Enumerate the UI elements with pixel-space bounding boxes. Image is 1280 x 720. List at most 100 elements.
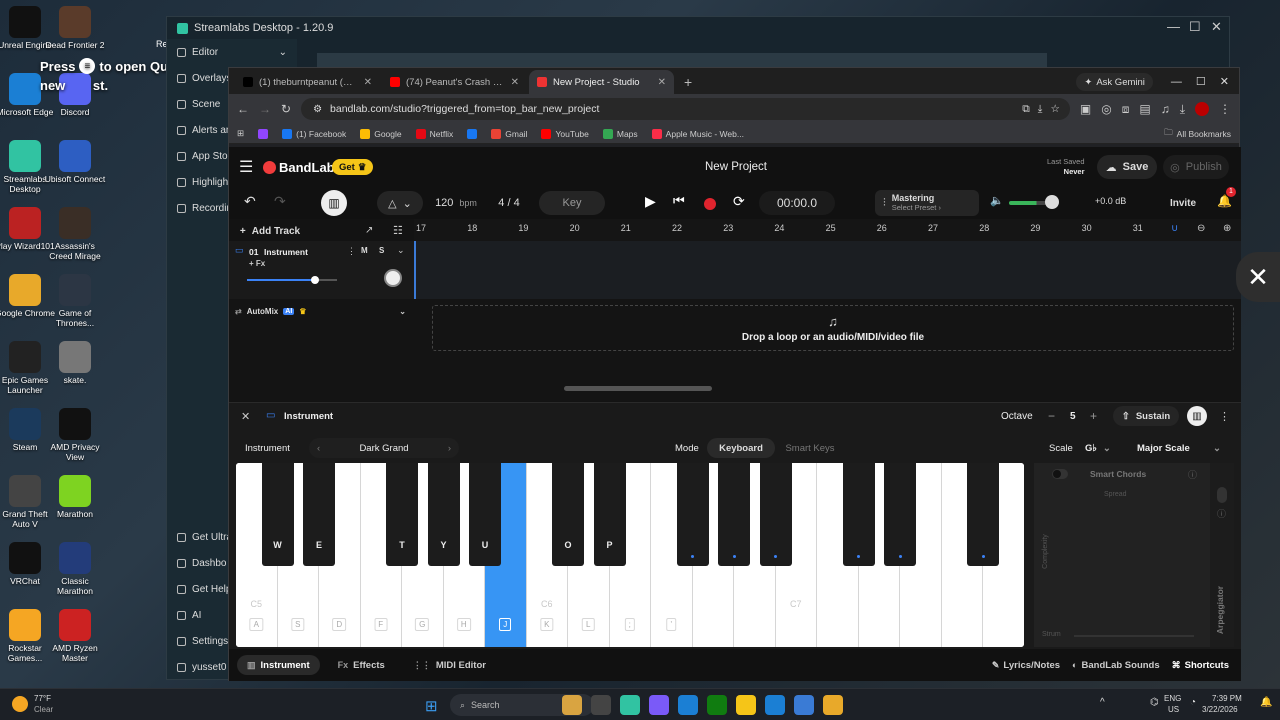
taskbar-app-icon[interactable]: [562, 695, 582, 715]
streamlabs-nav-item[interactable]: Editor ⌄: [167, 39, 297, 65]
tab-close-icon[interactable]: ✕: [658, 77, 666, 88]
bookmark-item[interactable]: [258, 128, 269, 139]
pan-knob[interactable]: [384, 269, 402, 287]
bottom-tab[interactable]: ⋮⋮ MIDI Editor: [403, 655, 496, 675]
browser-tab[interactable]: (1) theburntpeanut (@theburn ✕: [235, 70, 380, 94]
black-key[interactable]: P: [593, 463, 626, 566]
key-button[interactable]: Key: [539, 191, 605, 215]
black-key[interactable]: W: [261, 463, 294, 566]
reload-icon[interactable]: ↻: [281, 102, 291, 116]
project-title[interactable]: New Project: [705, 161, 767, 173]
mastering-button[interactable]: ⫶ Mastering Select Preset ›: [875, 190, 979, 216]
clock-time[interactable]: 7:39 PM: [1212, 694, 1242, 703]
notifications-icon[interactable]: 🔔: [1260, 697, 1272, 708]
record-icon[interactable]: [704, 198, 716, 210]
track-volume-knob[interactable]: [310, 276, 319, 284]
maximize-icon[interactable]: ☐: [1189, 19, 1201, 35]
panel-close-icon[interactable]: ✕: [241, 410, 250, 423]
track-fx[interactable]: + Fx: [249, 259, 265, 268]
instrument-selector[interactable]: ‹ Dark Grand ›: [309, 438, 459, 458]
black-key[interactable]: [676, 463, 709, 566]
bottom-action[interactable]: ✎ Lyrics/Notes: [992, 660, 1060, 671]
lang-1[interactable]: ENG: [1164, 694, 1181, 703]
sustain-button[interactable]: ⇧ Sustain: [1113, 406, 1179, 426]
next-instrument-icon[interactable]: ›: [448, 443, 451, 454]
all-bookmarks[interactable]: 🗀 All Bookmarks: [1164, 127, 1231, 141]
tray-chevron-icon[interactable]: ^: [1100, 697, 1105, 708]
cast-icon[interactable]: ⧉: [1022, 103, 1030, 116]
get-membership-button[interactable]: Get ♛: [332, 159, 374, 175]
black-key[interactable]: [884, 463, 916, 566]
mode-smart-keys-tab[interactable]: Smart Keys: [777, 438, 843, 458]
tab-close-icon[interactable]: ✕: [364, 77, 372, 88]
profile-avatar[interactable]: [1195, 102, 1209, 116]
bookmark-item[interactable]: Google: [360, 128, 402, 139]
lang-2[interactable]: US: [1168, 705, 1179, 714]
extensions-icon[interactable]: ⧈: [1122, 102, 1130, 117]
bottom-action[interactable]: ◐ BandLab Sounds: [1072, 660, 1160, 671]
side-panel-icon[interactable]: ▤: [1139, 102, 1150, 116]
automation-icon[interactable]: ↗: [365, 225, 373, 236]
gemini-button[interactable]: ✦ Ask Gemini: [1076, 73, 1153, 91]
black-key[interactable]: [718, 463, 750, 566]
desktop-icon[interactable]: AMD Privacy View: [44, 408, 106, 462]
publish-button[interactable]: ◎ Publish: [1163, 155, 1229, 179]
snap-icon[interactable]: ∪: [1171, 223, 1178, 234]
track-menu-icon[interactable]: ⋮: [347, 246, 356, 257]
downloads-icon[interactable]: ⤓: [1180, 102, 1185, 117]
redo-icon[interactable]: ↷: [274, 193, 286, 210]
browser-tab[interactable]: (74) Peanut's Crash out and Bu ✕: [382, 70, 527, 94]
drop-zone[interactable]: ♫ Drop a loop or an audio/MIDI/video fil…: [432, 305, 1234, 351]
browser-minimize-icon[interactable]: —: [1171, 76, 1182, 88]
invite-button[interactable]: Invite: [1161, 191, 1205, 215]
zoom-out-icon[interactable]: ⊖: [1197, 223, 1205, 234]
desktop-icon[interactable]: skate.: [44, 341, 106, 385]
info-icon[interactable]: ⓘ: [1188, 468, 1197, 481]
screen-recorder-overlay[interactable]: ✕: [1236, 252, 1280, 302]
volume-knob[interactable]: [1045, 195, 1059, 209]
scale-type-select[interactable]: Major Scale ⌄: [1131, 438, 1227, 458]
taskbar-app-icon[interactable]: [649, 695, 669, 715]
minimize-icon[interactable]: —: [1167, 19, 1180, 34]
bottom-tab[interactable]: Fx Effects: [328, 655, 395, 675]
tempo-display[interactable]: 120 bpm: [427, 191, 485, 215]
taskbar-app-icon[interactable]: [736, 695, 756, 715]
desktop-icon[interactable]: Dead Frontier 2: [44, 6, 106, 50]
browser-tab[interactable]: New Project - Studio ✕: [529, 70, 674, 94]
mute-button[interactable]: M: [361, 246, 368, 255]
new-tab-button[interactable]: +: [684, 74, 692, 90]
black-key[interactable]: Y: [427, 463, 460, 566]
piano-keyboard[interactable]: C5 A S D F G H J C6 K L; ' C7 W E T Y U O P: [236, 463, 1024, 647]
bottom-tab[interactable]: ▥ Instrument: [237, 655, 320, 675]
black-key[interactable]: T: [386, 463, 418, 566]
clock-date[interactable]: 3/22/2026: [1202, 705, 1238, 714]
add-track-button[interactable]: + Add Track: [235, 222, 305, 240]
taskbar-app-icon[interactable]: [765, 695, 785, 715]
black-key[interactable]: E: [303, 463, 335, 566]
bandlab-logo[interactable]: BandLab: [279, 160, 335, 175]
desktop-icon[interactable]: Classic Marathon: [44, 542, 106, 596]
bookmark-item[interactable]: (1) Facebook: [282, 128, 346, 139]
mode-keyboard-tab[interactable]: Keyboard: [707, 438, 775, 458]
instrument-keyboard-icon[interactable]: ▥: [321, 190, 347, 216]
play-icon[interactable]: ▶: [645, 193, 656, 210]
panel-menu-icon[interactable]: ⋮: [1219, 410, 1230, 423]
bookmark-star-icon[interactable]: ☆: [1050, 103, 1059, 115]
track-settings-icon[interactable]: ☷: [393, 224, 403, 237]
bookmark-item[interactable]: YouTube: [541, 128, 589, 139]
track-expand-icon[interactable]: ⌄: [397, 245, 405, 256]
extension-1-icon[interactable]: ▣: [1080, 102, 1091, 116]
apps-grid-icon[interactable]: ⊞: [237, 128, 244, 139]
install-icon[interactable]: ⤓: [1038, 103, 1043, 116]
undo-icon[interactable]: ↶: [244, 193, 256, 210]
media-controls-icon[interactable]: ♫: [1161, 102, 1170, 116]
taskbar-app-icon[interactable]: [620, 695, 640, 715]
zoom-in-icon[interactable]: ⊕: [1223, 223, 1231, 234]
strum-slider[interactable]: [1074, 635, 1194, 637]
close-icon[interactable]: ✕: [1211, 19, 1222, 35]
smart-chords-toggle[interactable]: [1052, 469, 1068, 479]
browser-menu-icon[interactable]: ⋮: [1219, 102, 1231, 116]
octave-minus-icon[interactable]: −: [1048, 409, 1055, 423]
black-key[interactable]: [842, 463, 875, 566]
url-field[interactable]: ⚙ bandlab.com/studio?triggered_from=top_…: [301, 98, 1070, 120]
